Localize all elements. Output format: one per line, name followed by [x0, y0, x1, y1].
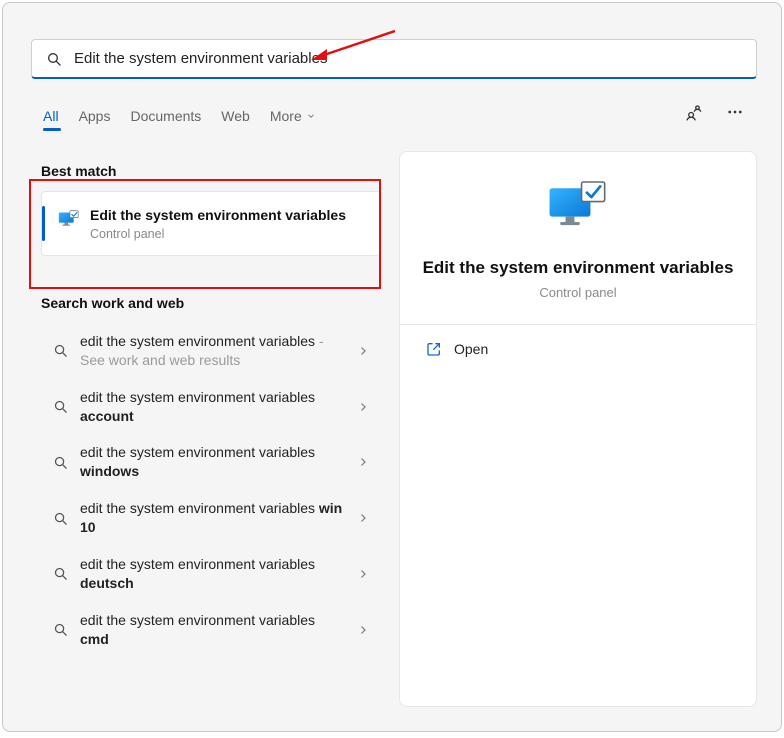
tab-active-indicator [43, 128, 61, 131]
tab-more-label: More [270, 108, 302, 124]
detail-pane: Edit the system environment variables Co… [399, 151, 757, 707]
detail-subtitle: Control panel [422, 285, 734, 300]
monitor-check-icon [58, 208, 80, 230]
search-panel: All Apps Documents Web More Best match [2, 2, 782, 732]
suggestion-list: edit the system environment variables - … [41, 323, 381, 658]
more-options-icon[interactable] [725, 102, 745, 122]
open-action[interactable]: Open [422, 325, 734, 373]
search-work-web-heading: Search work and web [41, 295, 381, 311]
search-icon [53, 511, 68, 526]
account-sync-icon[interactable] [683, 102, 703, 122]
search-icon [53, 399, 68, 414]
best-match-result[interactable]: Edit the system environment variables Co… [41, 191, 381, 256]
search-icon [53, 622, 68, 637]
suggestion-item[interactable]: edit the system environment variables - … [41, 323, 381, 379]
search-icon [53, 455, 68, 470]
open-label: Open [454, 341, 488, 357]
best-match-text: Edit the system environment variables Co… [90, 206, 368, 241]
best-match-heading: Best match [41, 163, 381, 179]
chevron-right-icon [357, 401, 369, 413]
chevron-right-icon [357, 456, 369, 468]
search-icon [53, 566, 68, 581]
chevron-right-icon [357, 512, 369, 524]
suggestion-item[interactable]: edit the system environment variables wi… [41, 490, 381, 546]
filter-tabs: All Apps Documents Web More [43, 102, 751, 130]
search-icon [46, 51, 62, 67]
suggestion-text: edit the system environment variables wi… [80, 443, 345, 481]
tab-more[interactable]: More [270, 108, 316, 124]
suggestion-text: edit the system environment variables de… [80, 555, 345, 593]
search-input[interactable] [74, 50, 742, 67]
results-left-column: Best match Edit the system environment v… [41, 163, 381, 658]
tab-all[interactable]: All [43, 108, 59, 124]
suggestion-item[interactable]: edit the system environment variables wi… [41, 434, 381, 490]
monitor-check-icon [546, 178, 610, 234]
detail-title: Edit the system environment variables [422, 257, 734, 279]
suggestion-text: edit the system environment variables wi… [80, 499, 345, 537]
suggestion-text: edit the system environment variables - … [80, 332, 345, 370]
best-match-subtitle: Control panel [90, 227, 368, 241]
search-bar[interactable] [31, 39, 757, 79]
suggestion-item[interactable]: edit the system environment variables de… [41, 546, 381, 602]
chevron-right-icon [357, 345, 369, 357]
chevron-right-icon [357, 624, 369, 636]
chevron-down-icon [306, 111, 316, 121]
suggestion-text: edit the system environment variables ac… [80, 388, 345, 426]
suggestion-item[interactable]: edit the system environment variables ac… [41, 379, 381, 435]
toolbar-right [683, 102, 745, 122]
chevron-right-icon [357, 568, 369, 580]
tab-apps[interactable]: Apps [79, 108, 111, 124]
tab-web[interactable]: Web [221, 108, 250, 124]
open-external-icon [426, 341, 442, 357]
tab-documents[interactable]: Documents [130, 108, 201, 124]
best-match-title: Edit the system environment variables [90, 206, 368, 225]
search-icon [53, 343, 68, 358]
suggestion-text: edit the system environment variables cm… [80, 611, 345, 649]
suggestion-item[interactable]: edit the system environment variables cm… [41, 602, 381, 658]
